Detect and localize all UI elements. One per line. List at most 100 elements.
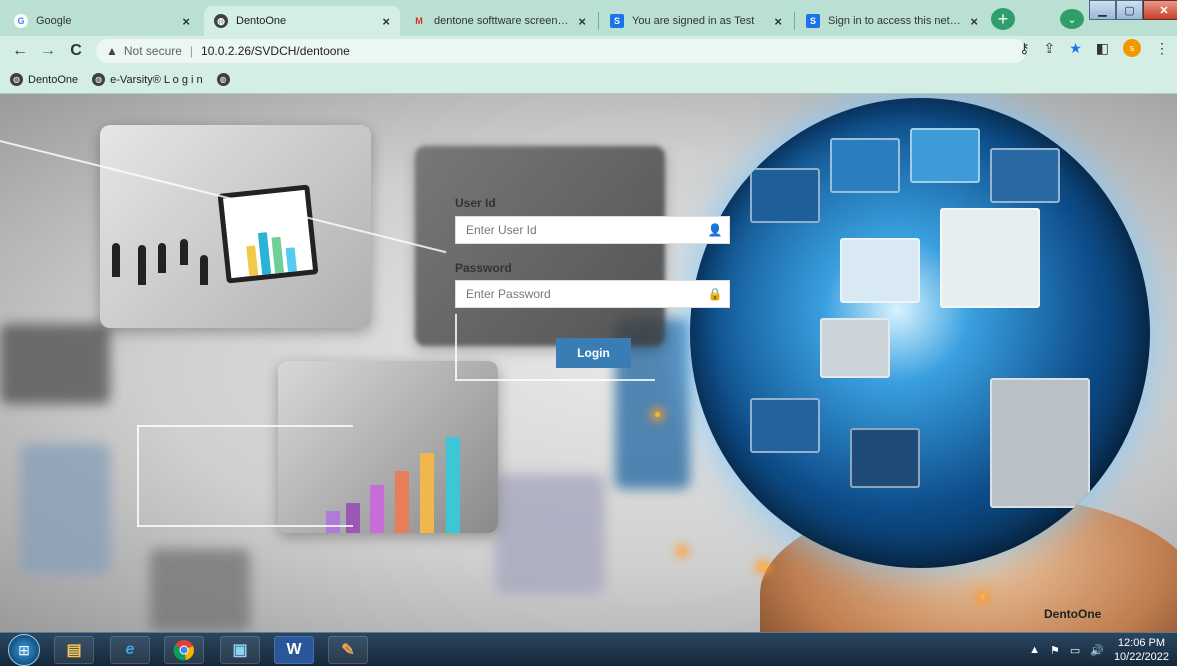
url-text[interactable]: 10.0.2.26/SVDCH/dentoone (201, 44, 350, 58)
minimize-icon[interactable]: ▁ (1089, 0, 1116, 20)
background-decoration (0, 324, 110, 404)
window-close-icon[interactable]: ✕ (1143, 0, 1177, 20)
network-icon[interactable]: ▭ (1070, 644, 1080, 657)
chart-bar (446, 437, 460, 533)
globe-icon: ◍ (214, 14, 228, 28)
login-button[interactable]: Login (556, 338, 631, 368)
tab-search-icon[interactable]: ⌄ (1060, 9, 1084, 29)
chart-bar (395, 471, 409, 533)
globe-tile (910, 128, 980, 183)
globe-tile (750, 398, 820, 453)
tab-google[interactable]: G Google × (4, 6, 200, 36)
chart-bar (257, 232, 272, 275)
action-center-icon[interactable]: ⚑ (1050, 644, 1060, 657)
side-panel-icon[interactable]: ◧ (1096, 40, 1109, 57)
window-controls: ▁ ▢ ✕ (1089, 0, 1177, 22)
tab-title: Sign in to access this network (828, 15, 965, 27)
globe-tile (830, 138, 900, 193)
sparkle (760, 564, 766, 570)
chrome-icon[interactable] (164, 636, 204, 664)
google-icon: G (14, 14, 28, 28)
userid-input[interactable] (456, 217, 701, 243)
tab-title: dentone softtware screenshot (434, 15, 573, 27)
back-arrow-icon[interactable]: ← (8, 39, 32, 63)
picture-viewer-icon[interactable]: ▣ (220, 636, 260, 664)
close-icon[interactable]: × (970, 14, 978, 29)
userid-field[interactable]: 👤 (455, 216, 730, 244)
globe-icon: ◍ (92, 73, 106, 86)
browser-tab-strip: G Google × ◍ DentoOne × M dentone softtw… (0, 0, 1177, 36)
decorative-photo-panel (415, 146, 665, 346)
key-icon[interactable]: ⚷ (1019, 40, 1029, 57)
tab-gmail[interactable]: M dentone softtware screenshot × (402, 6, 596, 36)
show-hidden-icons-icon[interactable]: ▲ (1029, 644, 1040, 656)
browser-toolbar: ← → C ▲ Not secure | 10.0.2.26/SVDCH/den… (0, 36, 1177, 66)
password-input[interactable] (456, 281, 701, 307)
tab-separator (794, 12, 795, 30)
file-explorer-icon[interactable]: ▤ (54, 636, 94, 664)
address-bar[interactable]: ▲ Not secure | 10.0.2.26/SVDCH/dentoone (96, 39, 1026, 63)
close-icon[interactable]: × (578, 14, 586, 29)
globe-tile (820, 318, 890, 378)
bookmark-evarsity[interactable]: ◍ e-Varsity® L o g i n (92, 73, 203, 86)
silhouette (180, 239, 188, 265)
sparkle (680, 549, 684, 553)
chart-bar (370, 485, 384, 533)
globe-tile (940, 208, 1040, 308)
word-icon[interactable]: W (274, 636, 314, 664)
bookmark-label: e-Varsity® L o g i n (110, 73, 203, 86)
tab-signed-in[interactable]: S You are signed in as Test × (600, 6, 792, 36)
sparkle (655, 412, 660, 417)
windows-start-icon[interactable]: ⊞ (8, 634, 40, 666)
tab-dentoone[interactable]: ◍ DentoOne × (204, 6, 400, 36)
system-clock[interactable]: 12:06 PM 10/22/2022 (1114, 636, 1169, 664)
close-icon[interactable]: × (182, 14, 190, 29)
decorative-line (137, 425, 353, 427)
profile-avatar[interactable]: s (1123, 39, 1141, 57)
tab-sign-in-network[interactable]: S Sign in to access this network × (796, 6, 988, 36)
background-decoration (150, 549, 250, 632)
clock-date: 10/22/2022 (1113, 651, 1169, 663)
warning-triangle-icon[interactable]: ▲ (106, 44, 118, 58)
decorative-line (455, 314, 457, 380)
silhouette (138, 245, 146, 285)
globe-tile (750, 168, 820, 223)
silhouette (200, 255, 208, 285)
globe-tile (990, 148, 1060, 203)
s-icon: S (806, 14, 820, 28)
background-decoration (495, 474, 605, 594)
background-decoration (20, 444, 110, 574)
close-icon[interactable]: × (774, 14, 782, 29)
volume-icon[interactable]: 🔊 (1090, 644, 1104, 657)
globe-icon: ◍ (216, 73, 230, 86)
globe-tile (990, 378, 1090, 508)
tab-title: Google (36, 15, 72, 27)
chart-bar (346, 503, 360, 533)
globe-tile (840, 238, 920, 303)
gmail-icon: M (415, 16, 423, 26)
sparkle (980, 594, 985, 599)
bookmark-untitled[interactable]: ◍ (216, 73, 235, 86)
login-page: User Id 👤 Password 🔒 Login DentoOne (0, 94, 1177, 632)
chart-bar (246, 245, 259, 277)
divider: | (189, 44, 194, 58)
globe-image (690, 98, 1150, 568)
kebab-menu-icon[interactable]: ⋮ (1155, 40, 1169, 57)
paint-icon[interactable]: ✎ (328, 636, 368, 664)
close-icon[interactable]: × (382, 14, 390, 29)
bookmark-dentoone[interactable]: ◍ DentoOne (10, 73, 78, 86)
password-field[interactable]: 🔒 (455, 280, 730, 308)
internet-explorer-icon[interactable]: e (110, 636, 150, 664)
bookmark-star-icon[interactable]: ★ (1069, 40, 1082, 57)
new-tab-button[interactable]: + (991, 8, 1015, 30)
maximize-icon[interactable]: ▢ (1116, 0, 1143, 20)
decorative-line (137, 425, 139, 527)
decorative-tablet-panel (100, 125, 371, 328)
toolbar-actions: ⚷ ⇪ ★ ◧ s ⋮ (1019, 39, 1169, 57)
share-icon[interactable]: ⇪ (1043, 40, 1055, 57)
reload-icon[interactable]: C (64, 39, 88, 63)
silhouette (112, 243, 120, 277)
forward-arrow-icon[interactable]: → (36, 39, 60, 63)
decorative-line (455, 379, 655, 381)
security-status[interactable]: Not secure (124, 44, 182, 58)
